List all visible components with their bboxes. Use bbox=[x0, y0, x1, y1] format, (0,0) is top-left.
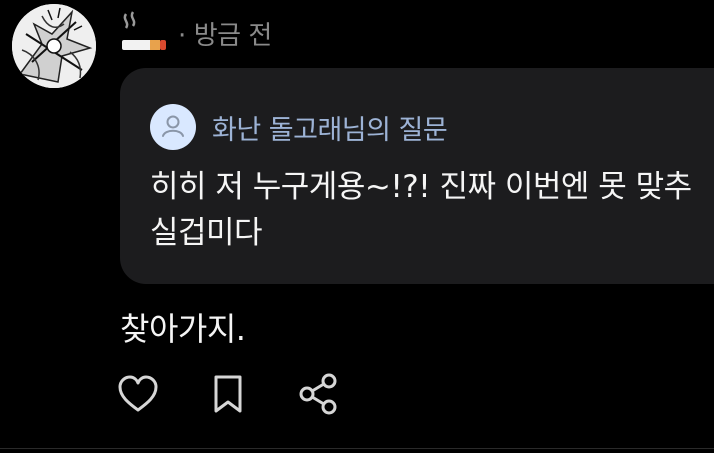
avatar-illustration bbox=[12, 4, 96, 88]
meta-separator: · bbox=[178, 20, 186, 51]
like-button[interactable] bbox=[114, 370, 162, 418]
author-avatar[interactable] bbox=[12, 4, 96, 88]
post-header: · 방금 전 bbox=[120, 10, 272, 56]
asker-row: 화난 돌고래님의 질문 bbox=[150, 104, 448, 150]
bookmark-icon bbox=[214, 375, 242, 413]
question-card[interactable]: 화난 돌고래님의 질문 히히 저 누구게용~!?! 진짜 이번엔 못 맞추실겁미… bbox=[120, 68, 714, 284]
cigarette-emoji-icon bbox=[122, 11, 166, 50]
post-meta: · 방금 전 bbox=[178, 15, 272, 52]
bottom-divider bbox=[0, 448, 714, 449]
asker-avatar bbox=[150, 104, 196, 150]
bookmark-button[interactable] bbox=[204, 370, 252, 418]
post-timestamp: 방금 전 bbox=[193, 20, 273, 51]
asker-name: 화난 돌고래님의 질문 bbox=[212, 114, 448, 146]
heart-icon bbox=[118, 375, 158, 412]
answer-text: 찾아가지. bbox=[120, 310, 246, 348]
share-button[interactable] bbox=[294, 370, 342, 418]
user-icon bbox=[162, 115, 184, 137]
action-bar bbox=[114, 370, 342, 418]
post-card: · 방금 전 화난 돌고래님의 질문 히히 저 누구게용~!?! 진짜 이번엔 못… bbox=[0, 0, 714, 453]
question-text: 히히 저 누구게용~!?! 진짜 이번엔 못 맞추실겁미다 bbox=[150, 169, 692, 251]
share-icon bbox=[299, 373, 337, 415]
